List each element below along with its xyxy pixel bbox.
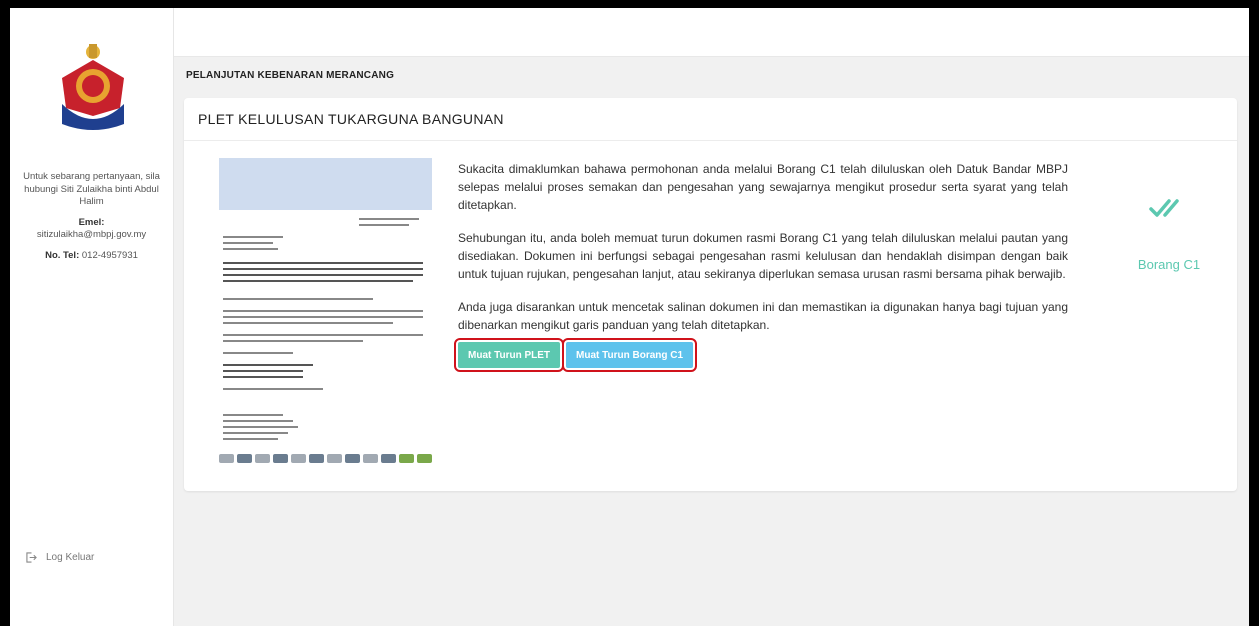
app-frame: Untuk sebarang pertanyaan, sila hubungi … [10,8,1249,626]
download-buttons: Muat Turun PLET Muat Turun Borang C1 [453,338,1068,372]
logout-label: Log Keluar [46,552,95,563]
status-indicator: Borang C1 [1119,170,1219,272]
contact-text: Untuk sebarang pertanyaan, sila hubungi … [23,171,160,207]
paragraph-print-advice: Anda juga disarankan untuk mencetak sali… [458,300,1068,332]
download-plet-button[interactable]: Muat Turun PLET [453,338,565,372]
phone-label: No. Tel: [45,249,80,261]
mbpj-logo [62,44,124,130]
email-label: Emel: [78,216,105,228]
document-footer-logos [219,454,432,464]
logout-icon [26,552,37,563]
approval-document-preview[interactable] [219,158,432,478]
page-title: PELANJUTAN KEBENARAN MERANCANG [186,70,395,81]
top-bar [174,8,1249,57]
status-label: Borang C1 [1137,257,1201,272]
contact-info: Untuk sebarang pertanyaan, sila hubungi … [14,171,169,262]
phone-value: 012-4957931 [81,249,138,261]
card-title: PLET KELULUSAN TUKARGUNA BANGUNAN [184,98,1237,141]
sidebar: Untuk sebarang pertanyaan, sila hubungi … [10,8,174,626]
document-letterhead [219,158,432,210]
email-value: sitizulaikha@mbpj.gov.my [36,229,147,240]
approval-card: PLET KELULUSAN TUKARGUNA BANGUNAN Sukaci… [184,98,1237,491]
paragraph-approved: Sukacita dimaklumkan bahawa permohonan a… [458,162,1068,212]
logout-button[interactable]: Log Keluar [26,552,94,563]
download-borang-c1-button[interactable]: Muat Turun Borang C1 [562,338,698,372]
double-check-icon [1149,199,1179,217]
approval-message: Sukacita dimaklumkan bahawa permohonan a… [453,160,1068,372]
paragraph-download-info: Sehubungan itu, anda boleh memuat turun … [458,231,1068,281]
